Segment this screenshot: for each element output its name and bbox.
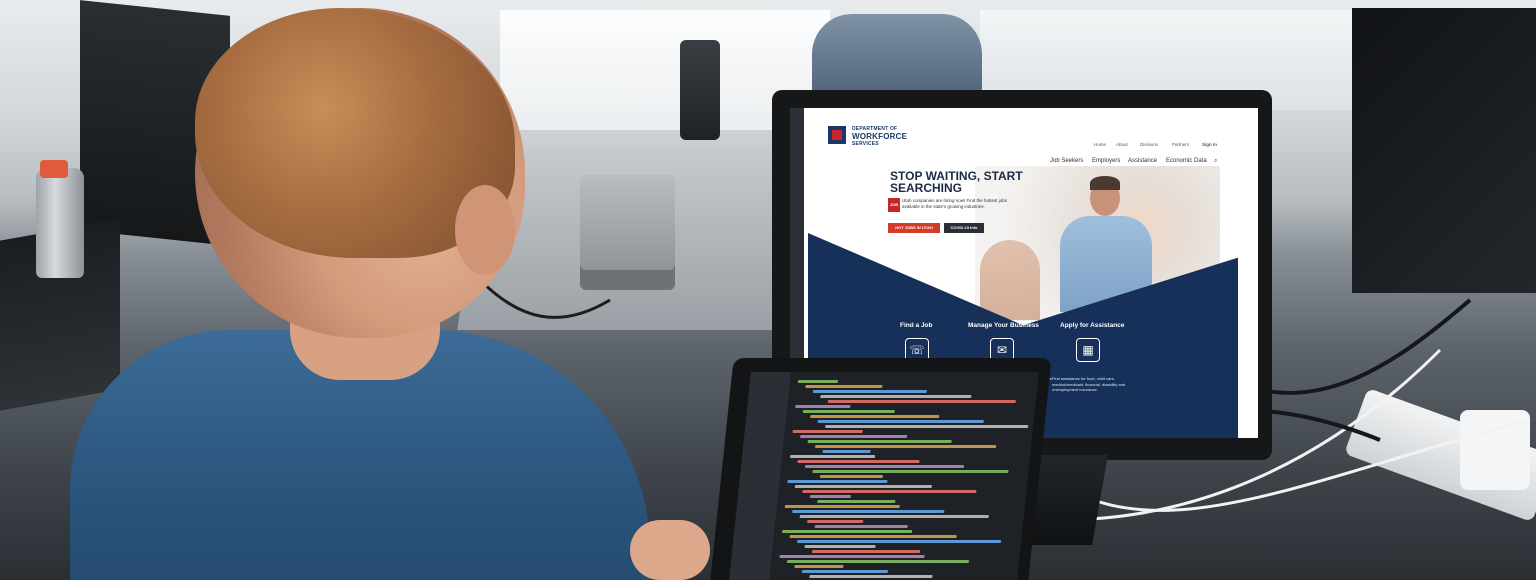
code-line: [809, 575, 933, 578]
code-line: [804, 465, 965, 468]
job-badge-icon: JOB: [888, 198, 900, 212]
code-line: [817, 420, 984, 423]
code-line: [812, 390, 928, 393]
mainnav-economic-data[interactable]: Economic Data: [1166, 158, 1207, 164]
code-line: [820, 395, 972, 398]
topnav-sign-in[interactable]: Sign In: [1202, 142, 1217, 147]
mainnav-employers[interactable]: Employers: [1092, 158, 1120, 164]
person-hand: [630, 520, 710, 580]
topnav-about[interactable]: About: [1116, 142, 1128, 147]
code-line: [807, 440, 952, 443]
hero-man-hair: [1090, 176, 1120, 190]
code-line: [809, 495, 852, 498]
code-line: [794, 485, 933, 488]
site-logo-text[interactable]: DEPARTMENT OF WORKFORCE SERVICES: [852, 126, 907, 147]
code-line: [804, 545, 876, 548]
code-line: [792, 510, 945, 513]
mainnav-assistance[interactable]: Assistance: [1128, 158, 1157, 164]
code-line: [796, 540, 1002, 543]
card-assistance-title[interactable]: Apply for Assistance: [1060, 322, 1124, 329]
code-line: [802, 410, 895, 413]
code-line: [819, 475, 884, 478]
code-line: [789, 535, 957, 538]
code-line: [814, 525, 908, 528]
calculator-touch-icon[interactable]: ▦: [1076, 338, 1100, 362]
code-line: [797, 380, 839, 383]
logo-line-2: WORKFORCE: [852, 132, 908, 141]
code-line: [814, 445, 997, 448]
code-line: [782, 530, 913, 533]
code-line: [797, 460, 920, 463]
code-line: [802, 490, 977, 493]
code-line: [810, 415, 940, 418]
code-line: [825, 425, 1029, 428]
code-line: [805, 385, 883, 388]
code-line: [812, 470, 1009, 473]
code-line: [787, 480, 888, 483]
code-line: [801, 570, 889, 573]
code-line: [807, 520, 864, 523]
covid-info-button[interactable]: COVID-19 Info: [944, 223, 984, 233]
card-assistance-text: Find assistance for food, child care, me…: [1052, 376, 1126, 392]
hero-title: STOP WAITING, START SEARCHING: [890, 169, 1023, 195]
code-line: [822, 450, 871, 453]
code-line: [817, 500, 896, 503]
code-line: [779, 555, 925, 558]
code-line: [789, 455, 876, 458]
code-line: [792, 430, 863, 433]
code-line: [799, 435, 908, 438]
code-line: [794, 565, 844, 568]
code-line: [795, 405, 851, 408]
search-icon[interactable]: ⌕: [1214, 158, 1217, 165]
hero-background-person: [980, 240, 1040, 320]
topnav-divisions[interactable]: Divisions: [1140, 142, 1158, 147]
hot-jobs-button[interactable]: HOT JOBS IN UTAH: [888, 223, 940, 233]
code-line: [799, 515, 989, 518]
mainnav-job-seekers[interactable]: Job Seekers: [1050, 158, 1083, 164]
code-line: [786, 560, 970, 563]
topnav-home[interactable]: Home: [1094, 142, 1106, 147]
code-line: [827, 400, 1016, 403]
laptop-code-editor: [729, 372, 1039, 580]
office-photo: DEPARTMENT OF WORKFORCE SERVICES Home Ab…: [0, 0, 1536, 580]
card-manage-business-title[interactable]: Manage Your Business: [968, 322, 1039, 329]
code-line: [811, 550, 921, 553]
code-line: [784, 505, 900, 508]
dws-logo-icon[interactable]: [828, 126, 846, 144]
logo-line-3: SERVICES: [852, 141, 879, 147]
card-find-job-title[interactable]: Find a Job: [900, 322, 933, 329]
person-ear: [455, 185, 515, 275]
hero-subtitle: Utah companies are hiring now! Find the …: [902, 198, 1008, 209]
topnav-partners[interactable]: Partners: [1172, 142, 1189, 147]
